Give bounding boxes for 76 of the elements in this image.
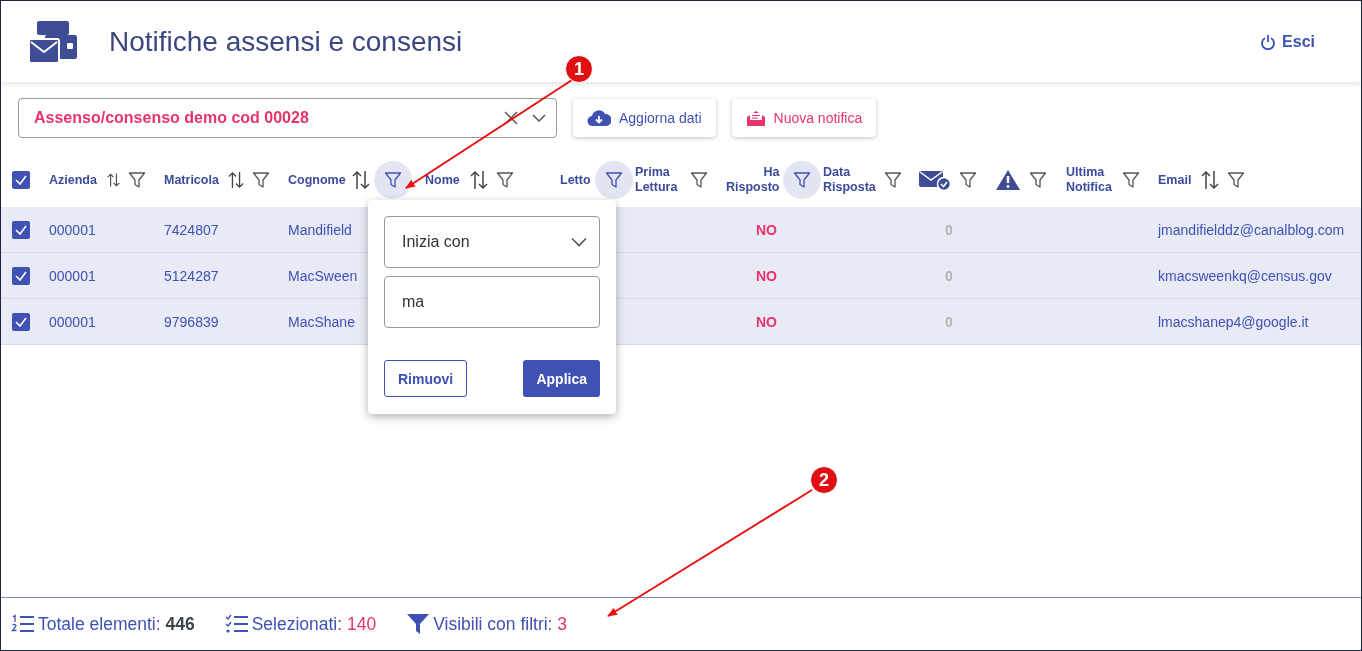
email-cell: jmandifielddz@canalblog.com — [1158, 221, 1345, 238]
filter-button[interactable] — [594, 161, 633, 199]
funnel-icon — [495, 171, 514, 189]
envelope-wallet-icon — [29, 20, 77, 63]
column-header[interactable]: Ultima Notifica — [1066, 165, 1114, 195]
row-checkbox[interactable] — [12, 312, 30, 331]
apply-button[interactable]: Applica — [523, 360, 600, 397]
filter-icon — [406, 613, 431, 635]
cloud-download-icon — [587, 109, 611, 127]
funnel-icon — [793, 171, 812, 189]
notification-count-cell: 0 — [945, 221, 953, 238]
funnel-icon — [128, 171, 146, 189]
logout-button[interactable]: Esci — [1254, 31, 1321, 52]
sort-icon[interactable] — [106, 170, 120, 190]
notification-count-cell: 0 — [945, 313, 953, 330]
power-icon — [1260, 33, 1277, 50]
footer-stat: Visibili con filtri: 3 — [433, 613, 568, 635]
surname-cell: MacShane — [288, 313, 355, 330]
email-cell: kmacsweenkq@census.gov — [1158, 267, 1332, 284]
company-cell: 000001 — [49, 221, 96, 238]
funnel-icon — [1122, 171, 1140, 189]
column-header[interactable]: Nome — [425, 172, 460, 188]
sort-icon[interactable] — [469, 170, 488, 190]
company-cell: 000001 — [49, 267, 96, 284]
funnel-icon — [384, 171, 402, 189]
replied-cell: NO — [756, 221, 777, 238]
checklist-icon — [224, 614, 249, 634]
funnel-icon — [883, 171, 902, 189]
funnel-icon — [604, 171, 623, 189]
filter-value-field[interactable]: ma — [384, 276, 600, 328]
notification-select[interactable]: Assenso/consenso demo cod 00028 — [18, 98, 557, 138]
footer-stat: Totale elementi: 446 — [38, 613, 195, 635]
remove-button[interactable]: Rimuovi — [384, 360, 468, 397]
row-checkbox[interactable] — [12, 220, 30, 239]
clear-icon — [504, 111, 518, 125]
company-cell: 000001 — [49, 313, 96, 330]
filter-button[interactable] — [374, 161, 412, 199]
envelope-open-icon — [745, 109, 766, 127]
funnel-icon — [959, 171, 977, 189]
filter-button[interactable] — [783, 161, 822, 199]
page-title: Notifiche assensi e consensi — [109, 25, 464, 58]
notification-count-cell: 0 — [945, 267, 953, 284]
employee-id-cell: 5124287 — [164, 267, 219, 284]
surname-cell: Mandifield — [288, 221, 352, 238]
select-all-checkbox[interactable] — [12, 171, 30, 189]
new-notification-button[interactable]: Nuova notifica — [731, 99, 877, 137]
row-checkbox[interactable] — [12, 266, 30, 285]
sort-icon[interactable] — [352, 170, 370, 190]
check-icon — [14, 173, 28, 187]
chevron-down-icon — [532, 113, 546, 123]
email-cell: lmacshanep4@google.it — [1158, 313, 1309, 330]
replied-cell: NO — [756, 267, 777, 284]
column-header[interactable]: Email — [1158, 172, 1192, 188]
sort-icon[interactable] — [228, 170, 244, 190]
callout-number: 2 — [810, 466, 838, 494]
column-header[interactable]: Data Risposta — [823, 165, 876, 195]
column-header[interactable]: Matricola — [164, 172, 218, 188]
filter-operator-select[interactable]: Inizia con — [384, 216, 600, 268]
employee-id-cell: 9796839 — [164, 313, 219, 330]
funnel-icon — [1227, 171, 1246, 189]
refresh-button[interactable]: Aggiorna dati — [573, 99, 716, 137]
chevron-down-icon — [571, 237, 587, 247]
surname-cell: MacSween — [288, 267, 358, 284]
numbered-list-icon — [11, 614, 35, 634]
column-header[interactable]: Prima Lettura — [635, 165, 682, 195]
column-header[interactable]: Letto — [560, 172, 591, 188]
funnel-icon — [1029, 171, 1047, 189]
column-header[interactable]: Ha Risposto — [726, 165, 780, 195]
sort-icon[interactable] — [1201, 170, 1220, 190]
column-header[interactable]: Azienda — [49, 172, 97, 188]
callout-number: 1 — [565, 55, 593, 83]
employee-id-cell: 7424807 — [164, 221, 219, 238]
funnel-icon — [252, 171, 270, 189]
footer-stat: Selezionati: 140 — [251, 613, 377, 635]
funnel-icon — [690, 171, 708, 189]
replied-cell: NO — [756, 313, 777, 330]
